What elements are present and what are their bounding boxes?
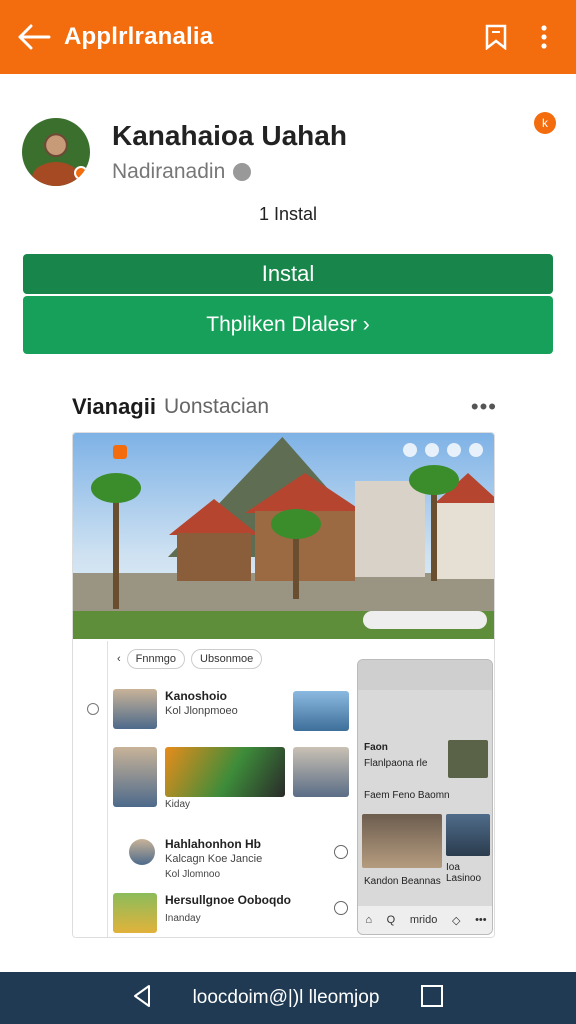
profile-name: Kanahaioa Uahah (112, 120, 347, 151)
system-nav-bar: loocdoim@|)l lleomjop (0, 972, 576, 1024)
heart-icon[interactable] (334, 845, 348, 859)
feed-tab-2[interactable]: Ubsonmoe (191, 649, 263, 669)
triangle-back-icon[interactable] (132, 984, 152, 1013)
phone-text: Flanlpaona rle (364, 758, 428, 769)
feed-tab-1[interactable]: Fnnmgo (126, 649, 186, 669)
row-subtitle: Kol Jlonpmoeo (165, 705, 238, 717)
phone-nav-label[interactable]: mrido (410, 914, 438, 926)
profile-header: Kanahaioa Uahah Nadiranadin (22, 118, 347, 186)
phone-text: Kandon Beannas (364, 876, 441, 887)
row-tag: Inanday (165, 913, 201, 924)
bookmark-icon[interactable] (478, 17, 514, 57)
globe-icon (233, 163, 252, 181)
more-horiz-icon[interactable]: ••• (471, 394, 497, 420)
radio-icon (87, 703, 99, 715)
diamond-icon[interactable]: ◇ (452, 914, 460, 927)
row-tag: Kol Jlomnoo (165, 869, 221, 880)
home-icon[interactable]: ⌂ (365, 914, 372, 926)
arrow-left-icon[interactable] (14, 17, 54, 57)
search-icon[interactable]: Q (387, 914, 396, 926)
app-title: Applrlranalia (64, 23, 214, 50)
install-button[interactable]: Instal (23, 254, 553, 294)
content-sheet: Kanahaioa Uahah Nadiranadin k 1 Instal I… (0, 74, 576, 972)
hero-image (73, 433, 494, 639)
phone-heading: Faon (364, 742, 388, 753)
secondary-button[interactable]: Thpliken Dlalesr › (23, 296, 553, 354)
feed-back[interactable]: ‹ (117, 653, 121, 665)
hero-action-bar[interactable] (363, 611, 487, 629)
hero-badge-icon (113, 445, 127, 459)
more-horiz-icon[interactable]: ••• (475, 914, 487, 926)
list-item[interactable]: Hahlahonhon Hb Kalcagn Koe Jancie Kol Jl… (113, 831, 348, 891)
row-tag: Kiday (165, 799, 191, 810)
app-bar: Applrlranalia (0, 0, 576, 74)
square-recents-icon[interactable] (420, 984, 444, 1013)
app-screenshot[interactable]: ‹ Fnnmgo Ubsonmoe Kanoshoio Kol Jlonpmoe… (72, 432, 495, 938)
avatar[interactable] (22, 118, 90, 186)
phone-mockup: Faon Flanlpaona rle Faem Feno Baomn Kand… (357, 659, 493, 935)
more-vert-icon[interactable] (526, 17, 562, 57)
row-subtitle: Kalcagn Koe Jancie (165, 853, 263, 865)
phone-nav: ⌂ Q mrido ◇ ••• (358, 906, 492, 934)
profile-subtitle: Nadiranadin (112, 160, 226, 183)
notification-badge[interactable]: k (534, 112, 556, 134)
phone-text: Ioa Lasinoo (446, 862, 482, 884)
verified-dot-icon (74, 166, 88, 180)
row-title: Kanoshoio (165, 689, 227, 703)
phone-text: Faem Feno Baomn (364, 790, 450, 801)
section-subtitle: Uonstacian (163, 395, 270, 418)
screenshots-section-header: Vianagii Uonstacian ••• (72, 394, 497, 420)
heart-icon[interactable] (334, 901, 348, 915)
system-nav-label[interactable]: loocdoim@|)l lleomjop (193, 987, 380, 1009)
section-title: Vianagii (72, 394, 156, 419)
list-item[interactable]: Hersullgnoe Ooboqdo Inanday (113, 887, 348, 937)
row-title: Hahlahonhon Hb (165, 837, 261, 851)
install-count: 1 Instal (258, 204, 318, 224)
row-title: Hersullgnoe Ooboqdo (165, 893, 291, 907)
